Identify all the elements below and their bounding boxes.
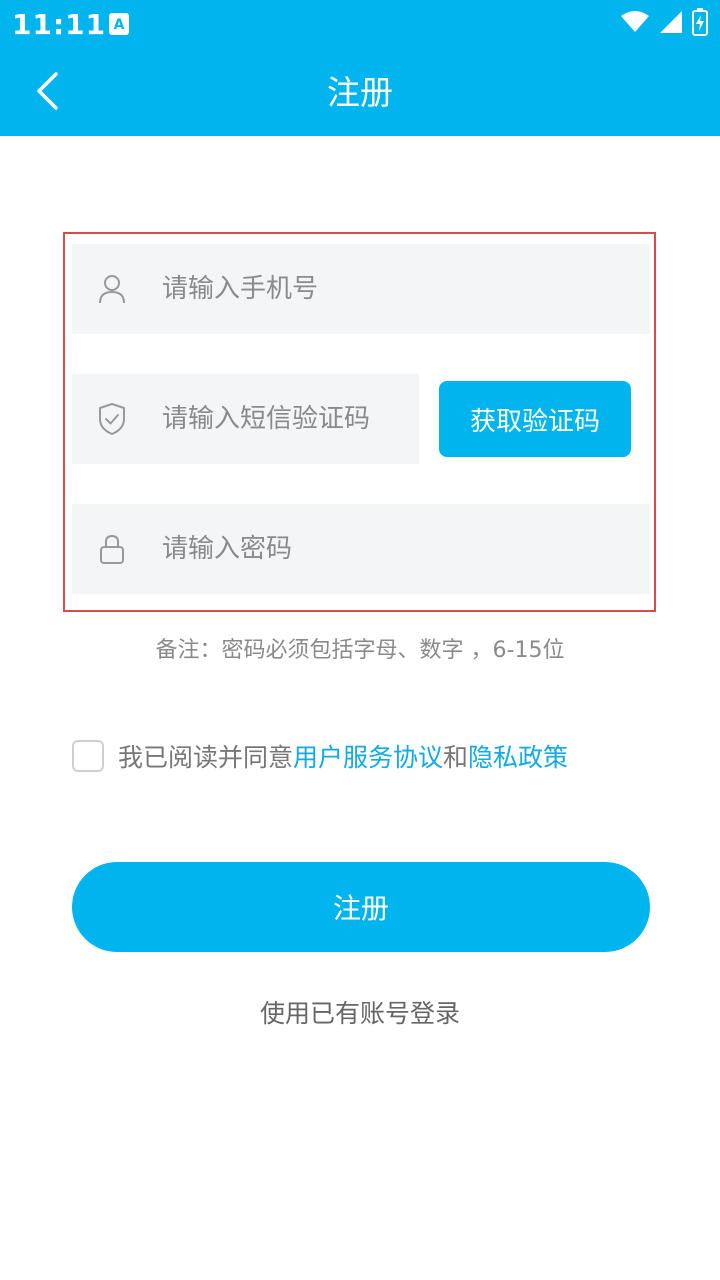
user-icon xyxy=(94,271,130,307)
password-note: 备注：密码必须包括字母、数字 ，6-15位 xyxy=(155,638,565,663)
password-field[interactable] xyxy=(72,504,650,594)
agreement-checkbox[interactable] xyxy=(72,740,104,772)
password-input[interactable] xyxy=(160,533,544,565)
svg-text:A: A xyxy=(114,17,125,33)
page-title: 注册 xyxy=(327,73,393,112)
login-existing-account-link[interactable]: 使用已有账号登录 xyxy=(0,994,720,1030)
privacy-link[interactable]: 隐私政策 xyxy=(468,738,568,774)
phone-field[interactable] xyxy=(72,244,650,334)
agreement-prefix: 我已阅读并同意 xyxy=(118,743,294,772)
battery-icon xyxy=(692,8,708,40)
status-icons xyxy=(620,8,708,40)
wifi-icon xyxy=(620,10,650,38)
lock-icon xyxy=(94,531,130,567)
notification-icon: A xyxy=(108,12,130,36)
terms-link[interactable]: 用户服务协议 xyxy=(293,738,443,774)
agreement-conjunction: 和 xyxy=(443,743,469,772)
app-header: 11:11 A 注册 xyxy=(0,0,720,136)
phone-input[interactable] xyxy=(160,273,544,305)
get-code-button[interactable]: 获取验证码 xyxy=(439,381,631,457)
register-button[interactable]: 注册 xyxy=(72,862,650,952)
status-time: 11:11 xyxy=(12,8,107,41)
agreement-row: 我已阅读并同意 用户服务协议和隐私政策 xyxy=(72,738,568,774)
shield-check-icon xyxy=(94,401,130,437)
sms-code-field[interactable] xyxy=(72,374,419,464)
sms-code-input[interactable] xyxy=(160,403,414,435)
signal-icon xyxy=(658,9,684,39)
